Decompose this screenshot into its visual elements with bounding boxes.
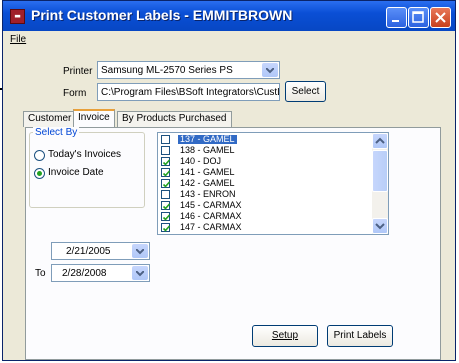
- form-path-value: C:\Program Files\BSoft Integrators\CustL: [101, 87, 280, 98]
- from-date-picker[interactable]: 2/21/2005: [51, 242, 150, 260]
- chevron-down-icon: [136, 249, 144, 255]
- printer-select[interactable]: Samsung ML-2570 Series PS: [97, 61, 280, 79]
- invoice-label: 147 - CARMAX: [180, 222, 242, 232]
- invoice-checkbox[interactable]: [161, 146, 170, 155]
- invoice-checkbox[interactable]: [161, 234, 170, 235]
- invoice-label: 137 - GAMEL: [178, 134, 237, 144]
- form-path-input[interactable]: C:\Program Files\BSoft Integrators\CustL: [97, 83, 280, 101]
- app-icon: ▬: [10, 9, 25, 24]
- to-date-picker[interactable]: 2/28/2008: [51, 264, 150, 282]
- invoice-checkbox[interactable]: [161, 190, 170, 199]
- menu-bar: File: [3, 31, 455, 49]
- print-labels-button[interactable]: Print Labels: [327, 325, 393, 347]
- invoice-date-label[interactable]: Invoice Date: [48, 167, 104, 178]
- printer-value: Samsung ML-2570 Series PS: [101, 65, 233, 76]
- invoice-list-item[interactable]: 138 - GAMEL: [158, 146, 370, 155]
- invoice-date-radio[interactable]: [34, 168, 45, 179]
- checkmark-icon: [162, 181, 171, 188]
- setup-button[interactable]: Setup: [252, 325, 318, 347]
- from-date-dropdown-button[interactable]: [132, 244, 148, 258]
- invoice-label: 146 - CARMAX: [180, 211, 242, 221]
- tab-invoice[interactable]: Invoice: [73, 109, 115, 127]
- select-by-title: Select By: [33, 127, 80, 138]
- invoice-list-item[interactable]: 146 - CARMAX: [158, 212, 370, 221]
- checkmark-icon: [162, 159, 171, 166]
- to-label: To: [35, 268, 46, 279]
- invoice-label: 142 - GAMEL: [180, 178, 235, 188]
- to-date-value: 2/28/2008: [62, 268, 107, 279]
- invoice-list-item[interactable]: 145 - CARMAX: [158, 201, 370, 210]
- invoice-label: 145 - CARMAX: [180, 200, 242, 210]
- title-bar[interactable]: ▬ Print Customer Labels - EMMITBROWN: [3, 1, 455, 31]
- invoice-list-item[interactable]: 141 - GAMEL: [158, 168, 370, 177]
- close-icon: [435, 12, 446, 23]
- invoice-label: 143 - ENRON: [180, 189, 236, 199]
- todays-invoices-radio[interactable]: [34, 150, 45, 161]
- invoice-checkbox[interactable]: [161, 212, 171, 221]
- checkmark-icon: [162, 170, 171, 177]
- chevron-down-icon: [136, 271, 144, 277]
- setup-button-label: Setup: [271, 330, 299, 341]
- maximize-icon: [412, 11, 424, 23]
- chevron-down-icon: [266, 68, 274, 74]
- maximize-button[interactable]: [408, 7, 429, 28]
- minimize-icon: [392, 20, 399, 22]
- chevron-down-icon: [375, 223, 385, 230]
- tab-by-products-purchased[interactable]: By Products Purchased: [117, 111, 232, 127]
- print-customer-labels-window: ▬ Print Customer Labels - EMMITBROWN Fil…: [2, 0, 456, 361]
- invoice-label: 138 - GAMEL: [180, 145, 235, 155]
- scroll-thumb[interactable]: [372, 150, 388, 192]
- invoice-checkbox[interactable]: [161, 179, 171, 188]
- invoice-checkbox[interactable]: [161, 157, 171, 166]
- invoice-label: 141 - GAMEL: [180, 167, 235, 177]
- invoice-checkbox[interactable]: [161, 201, 171, 210]
- invoice-list-item[interactable]: 147 - CARMAX: [158, 223, 370, 232]
- invoice-checkbox[interactable]: [161, 168, 171, 177]
- select-button[interactable]: Select: [285, 81, 326, 102]
- invoice-list-item[interactable]: 140 - DOJ: [158, 157, 370, 166]
- printer-label: Printer: [63, 66, 93, 77]
- close-button[interactable]: [430, 7, 451, 28]
- invoice-checkbox[interactable]: [161, 223, 171, 232]
- window-title: Print Customer Labels - EMMITBROWN: [31, 7, 293, 23]
- invoice-list-scrollbar[interactable]: [372, 133, 388, 234]
- menu-file[interactable]: File: [10, 34, 26, 45]
- checkmark-icon: [162, 225, 171, 232]
- checkmark-icon: [162, 214, 171, 221]
- printer-dropdown-button[interactable]: [262, 63, 278, 77]
- invoice-label: 140 - DOJ: [180, 156, 222, 166]
- form-label: Form: [63, 88, 87, 99]
- to-date-dropdown-button[interactable]: [132, 266, 148, 280]
- chevron-up-icon: [375, 137, 385, 144]
- invoice-checkbox[interactable]: [161, 135, 170, 144]
- tab-customer[interactable]: Customer: [23, 111, 77, 127]
- invoice-list[interactable]: 137 - GAMEL 138 - GAMEL 140 - DOJ 141 - GAM…: [157, 132, 389, 235]
- invoice-list-item[interactable]: 148 - CARMAX: [161, 234, 242, 235]
- checkmark-icon: [162, 203, 171, 210]
- from-date-value: 2/21/2005: [66, 246, 111, 257]
- scroll-up-button[interactable]: [372, 133, 388, 149]
- minimize-button[interactable]: [386, 7, 407, 28]
- todays-invoices-label[interactable]: Today's Invoices: [48, 149, 121, 160]
- invoice-list-item[interactable]: 143 - ENRON: [158, 190, 370, 199]
- scroll-down-button[interactable]: [372, 218, 388, 234]
- invoice-list-item[interactable]: 137 - GAMEL: [158, 135, 370, 144]
- invoice-list-item[interactable]: 142 - GAMEL: [158, 179, 370, 188]
- invoice-label: 148 - CARMAX: [180, 234, 242, 235]
